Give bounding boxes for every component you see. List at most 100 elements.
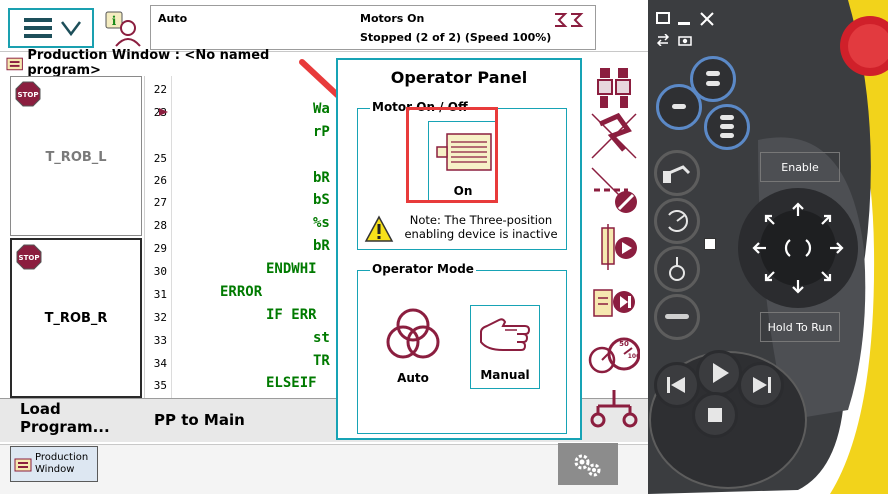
svg-text:50: 50 xyxy=(619,340,629,348)
joystick-icon[interactable] xyxy=(748,198,848,298)
pp-to-main-button[interactable]: PP to Main xyxy=(140,400,330,440)
code-line: TR xyxy=(313,353,330,369)
stop-icon: STOP xyxy=(16,244,42,270)
execution-status-text: Stopped (2 of 2) (Speed 100%) xyxy=(360,31,552,44)
operating-mode-text: Auto xyxy=(158,12,188,25)
quickset-button[interactable] xyxy=(558,443,618,485)
code-line: ERROR xyxy=(220,284,263,300)
status-bar[interactable]: Auto Motors On Stopped (2 of 2) (Speed 1… xyxy=(150,5,596,50)
swap-arrows-icon[interactable] xyxy=(656,34,670,46)
highlight-box xyxy=(406,107,498,203)
line-number: 30 xyxy=(153,265,167,278)
motion-mode-button[interactable] xyxy=(654,198,700,244)
key-3-button[interactable] xyxy=(704,104,750,150)
window-title-bar: Production Window : <No named program> xyxy=(6,48,336,78)
gutter-divider xyxy=(171,76,172,398)
run-program-icon xyxy=(601,224,637,270)
robot-arm-icon xyxy=(663,165,691,183)
deactivate-button[interactable] xyxy=(588,164,640,216)
step-forward-button[interactable] xyxy=(738,362,784,408)
code-line: st xyxy=(313,330,330,346)
enable-label: Enable xyxy=(760,152,840,182)
camera-icon[interactable] xyxy=(678,34,692,46)
task-name: T_ROB_R xyxy=(44,311,108,326)
increment-button[interactable] xyxy=(654,246,700,292)
task-name: T_ROB_L xyxy=(45,150,107,165)
robot-arms-icon xyxy=(597,68,631,108)
line-number: 26 xyxy=(153,174,167,187)
motors-status-text: Motors On xyxy=(360,12,425,25)
restore-icon[interactable] xyxy=(656,12,670,24)
stop-icon: STOP xyxy=(15,81,41,107)
auto-mode-label: Auto xyxy=(397,371,429,385)
stop-square-icon xyxy=(708,408,722,422)
auto-mode-button[interactable]: Auto xyxy=(378,305,448,389)
manual-mode-hand-icon xyxy=(480,318,531,351)
gears-icon xyxy=(574,454,601,477)
production-window-tab-label: Production Window xyxy=(35,452,89,475)
select-mechanical-unit-button[interactable] xyxy=(654,150,700,196)
program-pointer-icon xyxy=(159,108,168,116)
line-number: 31 xyxy=(153,288,167,301)
line-number: 35 xyxy=(153,379,167,392)
operator-panel-title: Operator Panel xyxy=(390,68,528,87)
main-menu-button[interactable] xyxy=(8,8,94,48)
svg-text:STOP: STOP xyxy=(19,254,40,262)
svg-text:i: i xyxy=(112,14,117,28)
code-line: bS xyxy=(313,192,330,208)
step-button[interactable] xyxy=(588,280,640,332)
line-number: 25 xyxy=(153,152,167,165)
minimize-icon[interactable] xyxy=(678,22,690,25)
forward-step-button[interactable] xyxy=(696,350,742,396)
enabling-device-note: Note: The Three-position enabling device… xyxy=(404,213,558,241)
toggle-button[interactable] xyxy=(654,294,700,340)
manual-mode-button[interactable]: Manual xyxy=(470,305,540,389)
line-number: 29 xyxy=(153,242,167,255)
speed-button[interactable]: 50 100 xyxy=(588,330,641,382)
operator-mode-group: Operator Mode Auto Manual xyxy=(357,262,567,434)
hamburger-menu-icon xyxy=(24,18,81,38)
manual-mode-label: Manual xyxy=(480,368,530,382)
code-line: ENDWHI xyxy=(266,261,317,277)
step-back-icon xyxy=(667,377,685,393)
code-line: %s xyxy=(313,215,330,231)
reorient-icon xyxy=(668,210,688,232)
speed-gauge-icon: 50 100 xyxy=(588,337,641,374)
line-number: 28 xyxy=(153,219,167,232)
io-tree-icon xyxy=(590,390,638,428)
no-entry-icon xyxy=(591,167,637,213)
stop-button[interactable] xyxy=(692,392,738,438)
mode-group-label: Operator Mode xyxy=(370,262,476,276)
line-number: 33 xyxy=(153,334,167,347)
task-panel-t-rob-r[interactable]: STOP T_ROB_R xyxy=(10,238,142,398)
production-window-icon xyxy=(6,57,23,71)
line-number: 22 xyxy=(153,83,167,96)
io-button[interactable] xyxy=(588,384,640,436)
disabled-robot-icon xyxy=(591,112,637,159)
code-line: ELSEIF xyxy=(266,375,317,391)
backward-step-button[interactable] xyxy=(654,362,700,408)
line-number: 34 xyxy=(153,357,167,370)
flexpendant-panel: Enable Hold To Run xyxy=(648,0,888,494)
load-program-button[interactable]: Load Program... xyxy=(10,400,138,440)
svg-text:STOP: STOP xyxy=(18,91,39,99)
close-icon[interactable] xyxy=(700,12,714,26)
run-button[interactable] xyxy=(588,222,640,274)
task-panel-t-rob-l[interactable]: STOP T_ROB_L xyxy=(10,76,142,236)
jogging-button[interactable] xyxy=(588,62,640,114)
mechanical-unit-icon xyxy=(555,13,584,27)
warning-icon xyxy=(364,215,394,242)
event-log-button[interactable]: i xyxy=(104,10,144,48)
task-button[interactable] xyxy=(588,110,640,162)
play-icon xyxy=(713,363,729,383)
auto-mode-icon xyxy=(386,308,440,359)
usb-port-icon xyxy=(704,238,716,250)
production-window-tab[interactable]: Production Window xyxy=(10,446,98,482)
step-forward-icon xyxy=(753,377,771,393)
code-line: bR xyxy=(313,170,330,186)
line-number: 27 xyxy=(153,196,167,209)
key-2-button[interactable] xyxy=(656,84,702,130)
hold-to-run-label: Hold To Run xyxy=(760,312,840,342)
code-line: bR xyxy=(313,238,330,254)
axis-icon xyxy=(669,257,685,281)
